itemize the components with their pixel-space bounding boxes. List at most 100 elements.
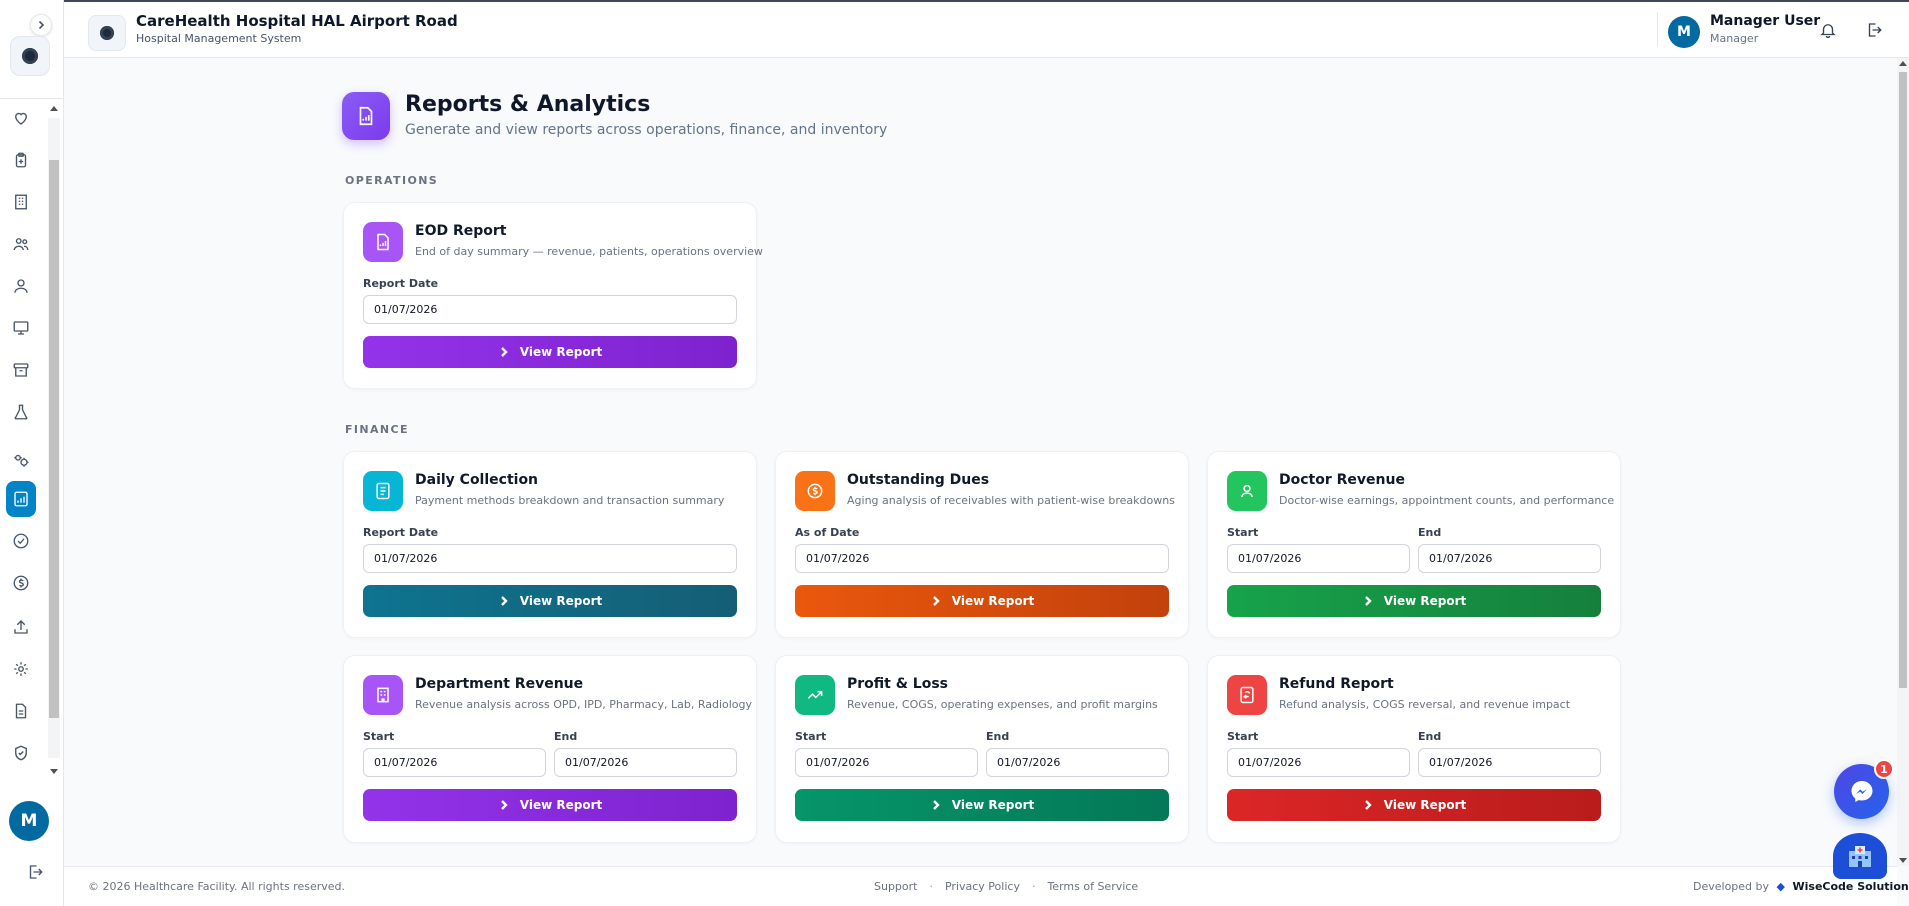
- report-date-input[interactable]: [363, 295, 737, 324]
- sidebar-item-inventory[interactable]: [7, 356, 35, 384]
- sidebar-item-reports[interactable]: [6, 481, 36, 517]
- sidebar-expand-button[interactable]: [30, 14, 52, 36]
- sidebar-logout-button[interactable]: [24, 861, 46, 883]
- settings-group-icon: [14, 454, 29, 467]
- refund-report-card: Refund Report Refund analysis, COGS reve…: [1207, 655, 1621, 843]
- start-date-label: Start: [795, 730, 827, 743]
- card-icon: [1227, 471, 1267, 511]
- sidebar-item-appointments[interactable]: [7, 146, 35, 174]
- start-date-label: Start: [1227, 526, 1259, 539]
- page-scrollbar[interactable]: [1897, 58, 1909, 866]
- logout-icon: [1868, 23, 1882, 37]
- chevron-right-icon: [932, 596, 940, 606]
- card-title: Doctor Revenue: [1279, 472, 1405, 488]
- user-name[interactable]: Manager User: [1710, 13, 1820, 29]
- terms-of-service-link[interactable]: Terms of Service: [1047, 880, 1138, 893]
- card-title: Outstanding Dues: [847, 472, 990, 488]
- sidebar-item-documents[interactable]: [7, 697, 35, 725]
- view-report-button[interactable]: View Report: [363, 585, 737, 617]
- company-logo-icon: ◆: [1776, 880, 1785, 893]
- sidebar-item-facility[interactable]: [7, 188, 35, 216]
- as-of-date-label: As of Date: [795, 526, 860, 539]
- top-header: CareHealth Hospital HAL Airport Road Hos…: [64, 0, 1909, 58]
- section-operations-label: OPERATIONS: [345, 174, 439, 187]
- sidebar-avatar[interactable]: M: [9, 801, 49, 841]
- sidebar-item-services[interactable]: [7, 446, 35, 474]
- chevron-right-icon: [38, 20, 45, 30]
- card-icon: [363, 675, 403, 715]
- chevron-right-icon: [500, 800, 508, 810]
- sidebar-item-billing[interactable]: [7, 569, 35, 597]
- sidebar-scrollbar[interactable]: [48, 104, 60, 774]
- sidebar-item-monitor[interactable]: [7, 314, 35, 342]
- as-of-date-input[interactable]: [795, 544, 1169, 573]
- sidebar: M: [0, 0, 64, 906]
- view-report-button[interactable]: View Report: [795, 789, 1169, 821]
- end-date-label: End: [986, 730, 1010, 743]
- footer: © 2026 Healthcare Facility. All rights r…: [64, 866, 1909, 906]
- heart-icon: [15, 112, 27, 125]
- sidebar-item-patients[interactable]: [7, 272, 35, 300]
- document-icon: [15, 703, 27, 719]
- end-date-input[interactable]: [1418, 544, 1601, 573]
- start-date-input[interactable]: [1227, 748, 1410, 777]
- sidebar-scroll-thumb[interactable]: [49, 160, 59, 718]
- start-date-input[interactable]: [363, 748, 546, 777]
- profit-loss-card: Profit & Loss Revenue, COGS, operating e…: [775, 655, 1189, 843]
- archive-icon: [13, 363, 29, 377]
- footer-copyright: © 2026 Healthcare Facility. All rights r…: [88, 880, 345, 893]
- page-subtitle: Generate and view reports across operati…: [405, 122, 888, 138]
- view-report-button[interactable]: View Report: [363, 336, 737, 368]
- end-date-label: End: [1418, 526, 1442, 539]
- logout-button[interactable]: [1864, 20, 1884, 40]
- view-report-button[interactable]: View Report: [1227, 789, 1601, 821]
- view-report-button[interactable]: View Report: [1227, 585, 1601, 617]
- view-report-button[interactable]: View Report: [363, 789, 737, 821]
- end-date-input[interactable]: [986, 748, 1169, 777]
- sidebar-item-lab[interactable]: [7, 398, 35, 426]
- card-description: Revenue analysis across OPD, IPD, Pharma…: [415, 698, 753, 711]
- card-description: Aging analysis of receivables with patie…: [847, 494, 1175, 507]
- start-date-input[interactable]: [1227, 544, 1410, 573]
- sidebar-item-settings[interactable]: [7, 655, 35, 683]
- hospital-assistant-button[interactable]: [1833, 833, 1887, 879]
- page-scroll-thumb[interactable]: [1899, 72, 1907, 688]
- user-icon: [14, 279, 28, 293]
- building-icon: [15, 194, 27, 210]
- reports-icon: [14, 491, 28, 507]
- globe-icon: [22, 48, 38, 64]
- card-description: End of day summary — revenue, patients, …: [415, 245, 763, 258]
- card-icon: [795, 471, 835, 511]
- flask-icon: [14, 404, 28, 420]
- trending-up-icon: [807, 690, 823, 699]
- start-date-input[interactable]: [795, 748, 978, 777]
- card-icon: [363, 222, 403, 262]
- view-report-button[interactable]: View Report: [795, 585, 1169, 617]
- sidebar-item-health[interactable]: [7, 104, 35, 132]
- department-revenue-card: Department Revenue Revenue analysis acro…: [343, 655, 757, 843]
- privacy-policy-link[interactable]: Privacy Policy: [945, 880, 1020, 893]
- sidebar-item-approvals[interactable]: [7, 527, 35, 555]
- end-date-input[interactable]: [1418, 748, 1601, 777]
- card-title: Profit & Loss: [847, 676, 949, 692]
- support-link[interactable]: Support: [874, 880, 917, 893]
- user-avatar[interactable]: M: [1668, 16, 1700, 48]
- hospital-logo[interactable]: [88, 15, 126, 51]
- end-date-input[interactable]: [554, 748, 737, 777]
- shield-icon: [15, 745, 27, 761]
- sidebar-item-upload[interactable]: [7, 613, 35, 641]
- card-icon: [1227, 675, 1267, 715]
- hospital-building-icon: [1849, 846, 1871, 867]
- sidebar-item-security[interactable]: [7, 739, 35, 767]
- card-title: Department Revenue: [415, 676, 584, 692]
- company-name[interactable]: WiseCode Solutions: [1793, 880, 1909, 893]
- doctor-revenue-card: Doctor Revenue Doctor-wise earnings, app…: [1207, 451, 1621, 638]
- sidebar-item-staff[interactable]: [7, 230, 35, 258]
- report-date-input[interactable]: [363, 544, 737, 573]
- footer-links: Support · Privacy Policy · Terms of Service: [874, 880, 1139, 893]
- sidebar-logo[interactable]: [10, 36, 50, 76]
- card-title: Daily Collection: [415, 472, 539, 488]
- notifications-button[interactable]: [1818, 20, 1838, 40]
- page-title: Reports & Analytics: [405, 92, 651, 117]
- user-role: Manager: [1710, 32, 1759, 45]
